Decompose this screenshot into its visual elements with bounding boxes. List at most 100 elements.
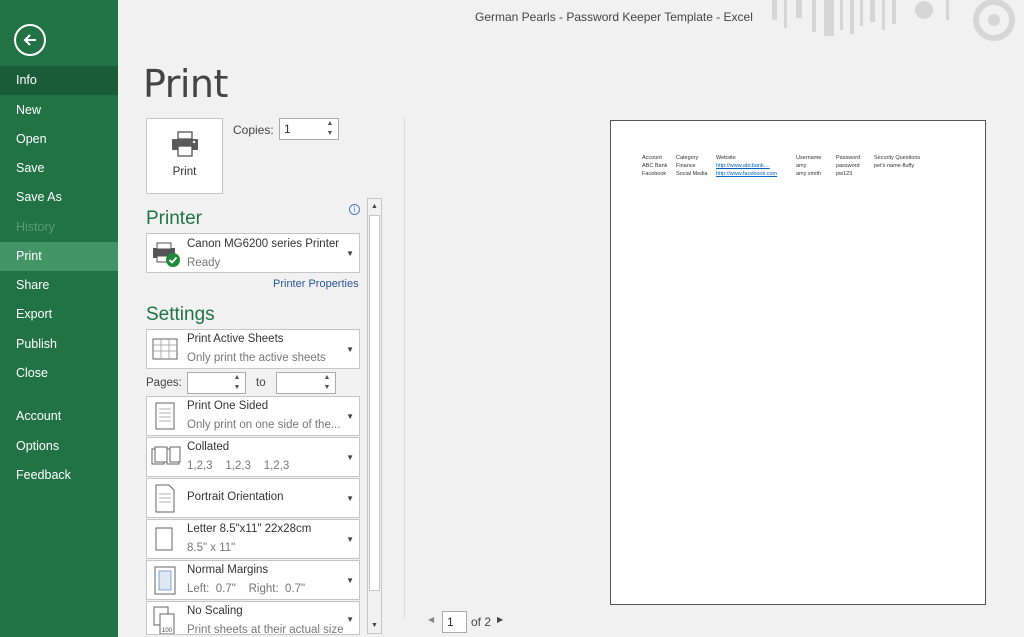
- settings-heading: Settings: [146, 304, 215, 325]
- sidebar-item-options[interactable]: Options: [0, 432, 118, 461]
- scaling-subtitle: Print sheets at their actual size: [187, 624, 344, 635]
- preview-cell: password: [836, 163, 860, 169]
- settings-scrollbar[interactable]: ▲ ▼: [367, 198, 382, 634]
- print-button-label: Print: [172, 166, 197, 178]
- sides-dropdown[interactable]: Print One Sided Only print on one side o…: [146, 396, 360, 436]
- back-arrow-icon: [23, 34, 36, 46]
- margins-dropdown[interactable]: Normal Margins Left: 0.7" Right: 0.7" ▼: [146, 560, 360, 600]
- margins-subtitle: Left: 0.7" Right: 0.7": [187, 583, 306, 595]
- collated-icon: [151, 446, 181, 465]
- chevron-down-icon: ▼: [346, 494, 354, 503]
- sidebar-item-open[interactable]: Open: [0, 125, 118, 154]
- scaling-dropdown[interactable]: 100 No Scaling Print sheets at their act…: [146, 601, 360, 635]
- paper-size-dropdown[interactable]: Letter 8.5"x11" 22x28cm 8.5" x 11" ▼: [146, 519, 360, 559]
- sidebar-item-save-as[interactable]: Save As: [0, 183, 118, 212]
- print-what-title: Print Active Sheets: [187, 333, 284, 345]
- preview-cell: Finance: [676, 163, 696, 169]
- chevron-down-icon: ▼: [346, 345, 354, 354]
- preview-header-cell: Account: [642, 155, 662, 161]
- margins-icon: [154, 566, 176, 595]
- pages-to-label: to: [256, 377, 266, 389]
- one-sided-icon: [155, 402, 175, 430]
- window-title: German Pearls - Password Keeper Template…: [475, 10, 753, 24]
- preview-header-cell: Category: [676, 155, 699, 161]
- print-preview-page: Account Category Website Username Passwo…: [610, 120, 986, 605]
- pages-label: Pages:: [146, 377, 182, 389]
- chevron-down-icon: ▼: [346, 576, 354, 585]
- scroll-up-icon[interactable]: ▲: [368, 199, 381, 214]
- scaling-title: No Scaling: [187, 605, 243, 617]
- preview-cell: Social Media: [676, 171, 708, 177]
- paper-size-icon: [155, 527, 173, 551]
- scroll-down-icon[interactable]: ▼: [368, 618, 381, 633]
- pages-from-input[interactable]: ▲ ▼: [187, 372, 246, 394]
- margins-title: Normal Margins: [187, 564, 269, 576]
- page-title: Print: [143, 62, 228, 106]
- copies-spin-arrows[interactable]: ▲ ▼: [324, 119, 336, 139]
- preview-cell: amy: [796, 163, 807, 169]
- collation-title: Collated: [187, 441, 230, 453]
- sidebar-item-new[interactable]: New: [0, 96, 118, 125]
- back-button[interactable]: [14, 24, 46, 56]
- pages-to-spin-arrows[interactable]: ▲ ▼: [321, 373, 333, 393]
- copies-label: Copies:: [233, 123, 274, 137]
- copies-stepper[interactable]: 1 ▲ ▼: [279, 118, 339, 140]
- preview-cell: pet's name-fluffy: [874, 163, 915, 169]
- collation-subtitle: 1,2,3 1,2,3 1,2,3: [187, 460, 290, 472]
- sidebar-item-close[interactable]: Close: [0, 359, 118, 388]
- print-button[interactable]: Print: [146, 118, 223, 194]
- preview-cell: Facebook: [642, 171, 667, 177]
- current-page-input[interactable]: 1: [442, 611, 467, 633]
- preview-link-cell: http://www.abcbank....: [716, 163, 770, 169]
- printer-icon: [172, 131, 198, 157]
- preview-cell: pw123: [836, 171, 853, 177]
- info-icon[interactable]: i: [349, 204, 360, 215]
- print-what-dropdown[interactable]: Print Active Sheets Only print the activ…: [146, 329, 360, 369]
- orientation-dropdown[interactable]: Portrait Orientation ▼: [146, 478, 360, 518]
- preview-header-cell: Username: [796, 155, 822, 161]
- decorative-pattern-icon: [772, 0, 1015, 41]
- sidebar-item-history[interactable]: History: [0, 213, 118, 242]
- sidebar-item-export[interactable]: Export: [0, 300, 118, 329]
- previous-page-icon[interactable]: ◀: [428, 615, 434, 624]
- sides-subtitle: Only print on one side of the...: [187, 419, 341, 431]
- chevron-down-icon: ▼: [346, 412, 354, 421]
- printer-dropdown[interactable]: Canon MG6200 series Printer Ready ▼: [146, 233, 360, 273]
- print-what-subtitle: Only print the active sheets: [187, 352, 326, 364]
- preview-header-cell: Security Questions: [874, 155, 921, 161]
- sidebar-item-info[interactable]: Info: [0, 66, 118, 95]
- sidebar-item-feedback[interactable]: Feedback: [0, 461, 118, 490]
- panel-divider: [404, 118, 405, 618]
- preview-cell: ABC Bank: [642, 163, 668, 169]
- sidebar-item-publish[interactable]: Publish: [0, 330, 118, 359]
- paper-size-subtitle: 8.5" x 11": [187, 542, 236, 554]
- no-scaling-icon: 100: [153, 606, 175, 634]
- page-count: of 2: [471, 615, 492, 629]
- copies-value: 1: [284, 122, 291, 136]
- active-sheets-icon: [152, 338, 178, 360]
- printer-properties-link[interactable]: Printer Properties: [273, 278, 359, 290]
- orientation-title: Portrait Orientation: [187, 491, 284, 503]
- printer-heading: Printer: [146, 208, 202, 229]
- backstage-sidebar: Info New Open Save Save As History Print…: [0, 0, 118, 637]
- printer-name: Canon MG6200 series Printer: [187, 238, 340, 250]
- sidebar-item-account[interactable]: Account: [0, 402, 118, 431]
- portrait-icon: [155, 484, 175, 513]
- title-bar: German Pearls - Password Keeper Template…: [118, 0, 1024, 41]
- pages-to-input[interactable]: ▲ ▼: [276, 372, 336, 394]
- sidebar-item-print[interactable]: Print: [0, 242, 118, 271]
- preview-cell: amy smith: [796, 171, 822, 177]
- svg-text:100: 100: [162, 628, 173, 634]
- sidebar-item-share[interactable]: Share: [0, 271, 118, 300]
- chevron-down-icon: ▼: [346, 615, 354, 624]
- next-page-icon[interactable]: ▶: [497, 615, 503, 624]
- preview-link-cell: http://www.facebook.com: [716, 171, 778, 177]
- pages-from-spin-arrows[interactable]: ▲ ▼: [231, 373, 243, 393]
- scrollbar-thumb[interactable]: [369, 215, 380, 591]
- printer-ready-icon: [153, 242, 180, 267]
- sidebar-item-save[interactable]: Save: [0, 154, 118, 183]
- chevron-down-icon: ▼: [346, 453, 354, 462]
- collation-dropdown[interactable]: Collated 1,2,3 1,2,3 1,2,3 ▼: [146, 437, 360, 477]
- chevron-down-icon: ▼: [346, 249, 354, 258]
- preview-header-cell: Password: [836, 155, 861, 161]
